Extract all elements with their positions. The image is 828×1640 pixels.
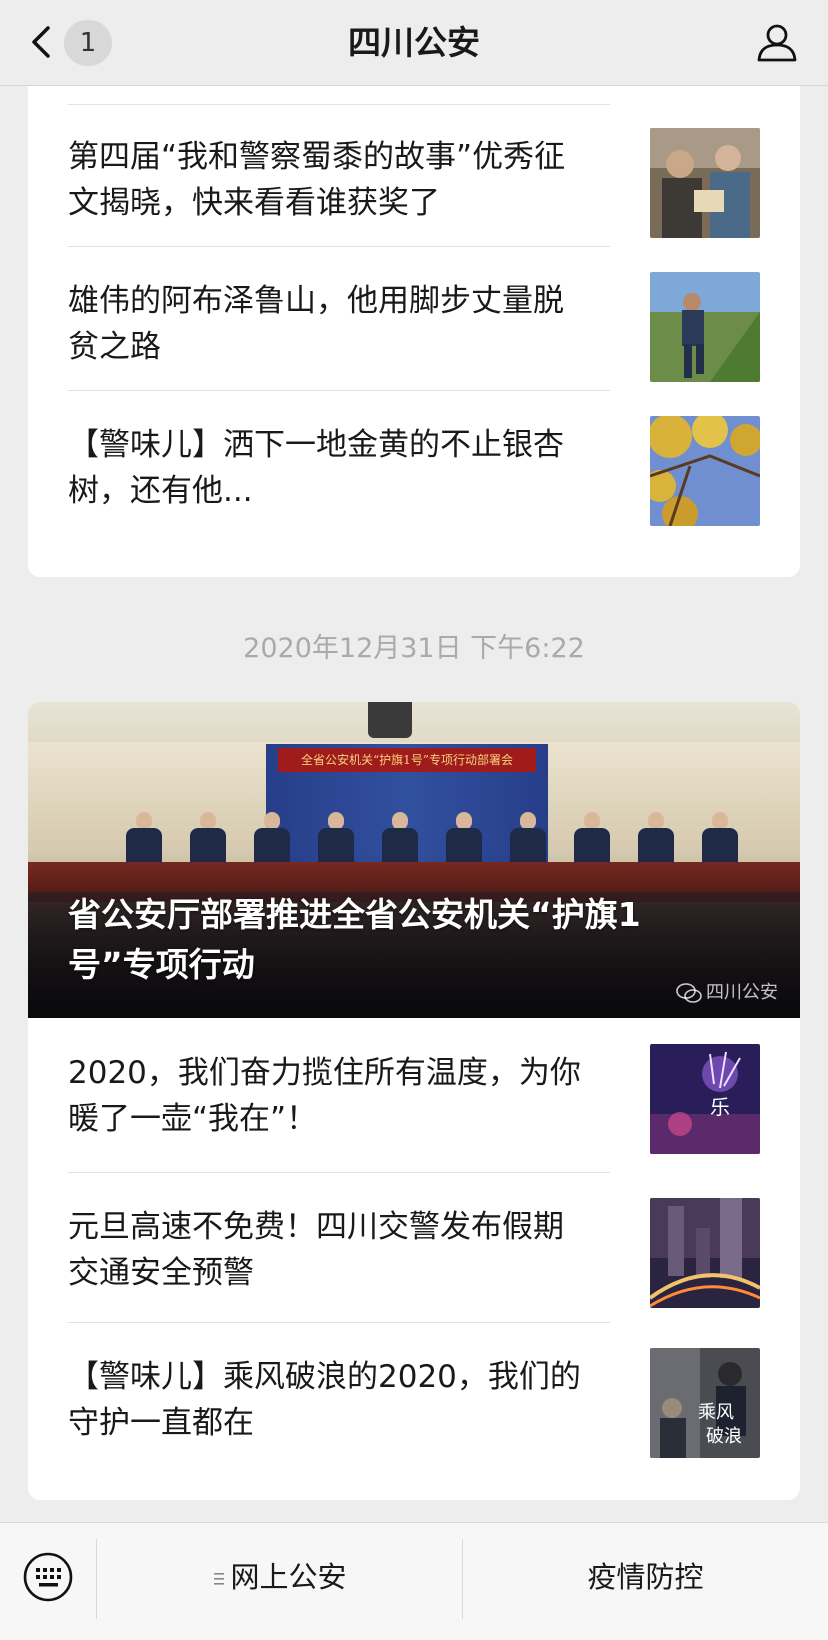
article-title: 元旦高速不免费！四川交警发布假期交通安全预警 (68, 1209, 564, 1291)
article-item[interactable]: 雄伟的阿布泽鲁山，他用脚步丈量脱贫之路 (28, 250, 800, 400)
article-title: 第四届“我和警察蜀黍的故事”优秀征文揭晓，快来看看谁获奖了 (68, 139, 566, 221)
photo-new-year-poster-icon: 乐 (650, 1044, 760, 1154)
photo-police-hiking-icon (650, 272, 760, 382)
menu-label: 疫情防控 (587, 1560, 704, 1594)
svg-text:破浪: 破浪 (706, 1426, 742, 1447)
hero-watermark: 四川公安 (676, 980, 778, 1006)
article-item[interactable]: 【警味儿】洒下一地金黄的不止银杏树，还有他... (28, 394, 800, 544)
photo-police-poster-icon: 乘风 破浪 (650, 1348, 760, 1458)
hero-article[interactable]: 全省公安机关“护旗1号”专项行动部署会 省公安厅部署推进全省公安机关“护旗1号”… (28, 702, 800, 1018)
nav-bar: 1 四川公安 (0, 0, 828, 86)
message-card: 第四届“我和警察蜀黍的故事”优秀征文揭晓，快来看看谁获奖了 雄伟的阿布泽鲁山，他… (28, 86, 800, 577)
article-title: 【警味儿】洒下一地金黄的不止银杏树，还有他... (68, 427, 564, 509)
message-timestamp: 2020年12月31日 下午6:22 (243, 633, 585, 664)
article-item[interactable]: 元旦高速不免费！四川交警发布假期交通安全预警 (28, 1176, 800, 1326)
menu-epidemic-control[interactable]: 疫情防控 (463, 1551, 828, 1603)
article-title: 雄伟的阿布泽鲁山，他用脚步丈量脱贫之路 (68, 283, 564, 365)
divider (68, 1322, 610, 1323)
divider (68, 1172, 610, 1173)
hero-image-speaker (368, 702, 412, 738)
svg-text:乘风: 乘风 (698, 1402, 734, 1423)
svg-text:乐: 乐 (710, 1095, 730, 1119)
wechat-icon (676, 983, 702, 1003)
page-title: 四川公安 (348, 23, 480, 62)
photo-city-night-traffic-icon (650, 1198, 760, 1308)
article-item[interactable]: 第四届“我和警察蜀黍的故事”优秀征文揭晓，快来看看谁获奖了 (28, 106, 800, 256)
keyboard-toggle-button[interactable] (22, 1551, 74, 1603)
article-title: 2020，我们奋力揽住所有温度，为你暖了一壶“我在”！ (68, 1055, 581, 1137)
divider (68, 104, 610, 105)
message-card: 全省公安机关“护旗1号”专项行动部署会 省公安厅部署推进全省公安机关“护旗1号”… (28, 702, 800, 1500)
keyboard-icon (23, 1552, 73, 1602)
article-item[interactable]: 【警味儿】乘风破浪的2020，我们的守护一直都在 乘风 破浪 (28, 1326, 800, 1476)
submenu-lines-icon (214, 1573, 225, 1585)
profile-button[interactable] (754, 20, 800, 66)
photo-elderly-people-icon (650, 128, 760, 238)
hero-article-title: 省公安厅部署推进全省公安机关“护旗1号”专项行动 (68, 895, 641, 984)
person-icon (757, 24, 797, 62)
watermark-text: 四川公安 (706, 982, 778, 1003)
photo-ginkgo-tree-icon (650, 416, 760, 526)
article-item[interactable]: 2020，我们奋力揽住所有温度，为你暖了一壶“我在”！ 乐 (28, 1022, 800, 1172)
divider (68, 390, 610, 391)
divider (68, 246, 610, 247)
menu-label: 网上公安 (230, 1560, 347, 1594)
bottom-menu-bar: 网上公安 疫情防控 (0, 1522, 828, 1640)
menu-online-police[interactable]: 网上公安 (97, 1551, 462, 1603)
hero-image-banner: 全省公安机关“护旗1号”专项行动部署会 (278, 748, 536, 772)
article-title: 【警味儿】乘风破浪的2020，我们的守护一直都在 (68, 1359, 581, 1441)
